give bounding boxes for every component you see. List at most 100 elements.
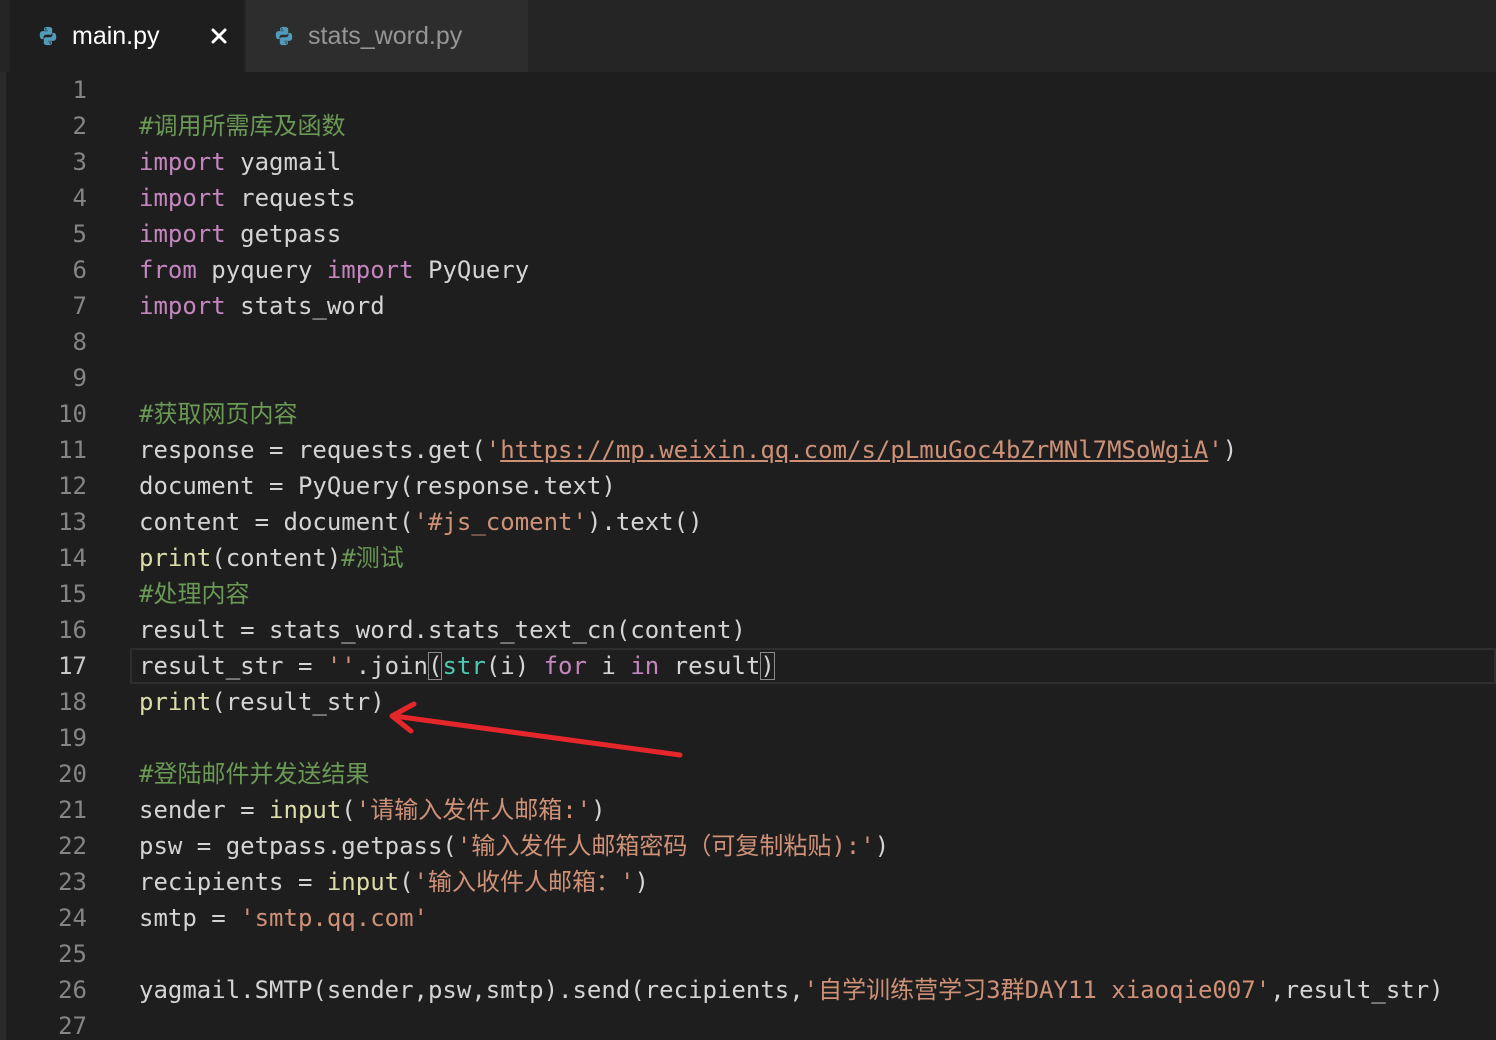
code-line[interactable]: 25 — [0, 936, 1496, 972]
code-text[interactable] — [130, 720, 1496, 756]
code-text[interactable]: response = requests.get('https://mp.weix… — [130, 432, 1496, 468]
line-number: 9 — [72, 364, 87, 392]
code-line[interactable]: 15 #处理内容 — [0, 576, 1496, 612]
code-token-plain: ) — [874, 832, 890, 860]
line-number: 12 — [58, 472, 87, 500]
line-number: 10 — [58, 400, 87, 428]
code-token-plain: response = requests.get( — [139, 436, 486, 464]
code-line[interactable]: 7 import stats_word — [0, 288, 1496, 324]
code-token-plain: i — [586, 652, 631, 680]
code-text[interactable]: recipients = input('输入收件人邮箱：') — [130, 864, 1496, 900]
tab-label: main.py — [72, 21, 160, 50]
close-icon[interactable] — [210, 27, 228, 45]
code-token-plain: result — [659, 652, 761, 680]
code-text[interactable]: #获取网页内容 — [130, 396, 1496, 432]
code-token-function: print — [139, 544, 212, 572]
code-line[interactable]: 9 — [0, 360, 1496, 396]
code-line[interactable]: 21 sender = input('请输入发件人邮箱:') — [0, 792, 1496, 828]
code-token-plain: ) — [1222, 436, 1238, 464]
code-token-keyword: import — [139, 148, 226, 176]
code-token-plain: stats_word — [225, 292, 385, 320]
code-line[interactable]: 10 #获取网页内容 — [0, 396, 1496, 432]
code-token-plain: psw = getpass.getpass( — [139, 832, 457, 860]
code-text[interactable]: document = PyQuery(response.text) — [130, 468, 1496, 504]
code-token-plain: PyQuery — [413, 256, 530, 284]
code-token-plain: smtp = — [139, 904, 241, 932]
line-number: 22 — [58, 832, 87, 860]
code-line[interactable]: 6 from pyquery import PyQuery — [0, 252, 1496, 288]
tab-stats-word-py[interactable]: stats_word.py — [246, 0, 528, 72]
code-token-plain: ) — [634, 868, 649, 896]
code-text[interactable]: result_str = ''.join(str(i) for i in res… — [130, 648, 1496, 684]
code-line[interactable]: 22 psw = getpass.getpass('输入发件人邮箱密码（可复制粘贴… — [0, 828, 1496, 864]
code-token-bracket: ( — [428, 652, 443, 680]
code-text[interactable]: from pyquery import PyQuery — [130, 252, 1496, 288]
code-line[interactable]: 12 document = PyQuery(response.text) — [0, 468, 1496, 504]
code-line[interactable]: 17 result_str = ''.join(str(i) for i in r… — [0, 648, 1496, 684]
code-token-plain: result = stats_word.stats_text_cn(conten… — [139, 616, 746, 644]
code-text[interactable]: print(content)#测试 — [130, 540, 1496, 576]
code-line[interactable]: 16 result = stats_word.stats_text_cn(cont… — [0, 612, 1496, 648]
code-text[interactable]: sender = input('请输入发件人邮箱:') — [130, 792, 1496, 828]
code-line[interactable]: 20 #登陆邮件并发送结果 — [0, 756, 1496, 792]
code-token-url[interactable]: https://mp.weixin.qq.com/s/pLmuGoc4bZrMN… — [500, 436, 1208, 464]
code-line[interactable]: 24 smtp = 'smtp.qq.com' — [0, 900, 1496, 936]
code-token-keyword: from — [139, 256, 197, 284]
code-token-function: input — [326, 868, 400, 896]
code-text[interactable] — [130, 72, 1496, 108]
code-text[interactable]: print(result_str) — [130, 684, 1496, 720]
code-line[interactable]: 23 recipients = input('输入收件人邮箱：') — [0, 864, 1496, 900]
code-line[interactable]: 4 import requests — [0, 180, 1496, 216]
code-text[interactable]: psw = getpass.getpass('输入发件人邮箱密码（可复制粘贴):… — [130, 828, 1496, 864]
code-line[interactable]: 8 — [0, 324, 1496, 360]
tab-main-py[interactable]: main.py — [10, 0, 244, 72]
line-number: 25 — [58, 940, 87, 968]
code-token-string: ' — [1208, 436, 1223, 464]
code-text[interactable]: result = stats_word.stats_text_cn(conten… — [130, 612, 1496, 648]
code-text[interactable] — [130, 360, 1496, 396]
code-line[interactable]: 13 content = document('#js_coment').text(… — [0, 504, 1496, 540]
python-file-icon — [36, 24, 60, 48]
code-text[interactable]: yagmail.SMTP(sender,psw,smtp).send(recip… — [130, 972, 1496, 1008]
code-line[interactable]: 3 import yagmail — [0, 144, 1496, 180]
code-token-bracket: ) — [760, 652, 775, 680]
code-token-plain: getpass — [225, 220, 342, 248]
code-text[interactable]: import requests — [130, 180, 1496, 216]
code-line[interactable]: 2 #调用所需库及函数 — [0, 108, 1496, 144]
code-text[interactable] — [130, 1008, 1496, 1040]
code-token-plain: sender = — [139, 796, 270, 824]
code-line[interactable]: 18 print(result_str) — [0, 684, 1496, 720]
line-number: 13 — [58, 508, 87, 536]
code-text[interactable]: #处理内容 — [130, 576, 1496, 612]
code-line[interactable]: 1 — [0, 72, 1496, 108]
code-line[interactable]: 11 response = requests.get('https://mp.we… — [0, 432, 1496, 468]
code-token-string: ' — [485, 436, 501, 464]
code-line[interactable]: 27 — [0, 1008, 1496, 1040]
code-editor[interactable]: 1 2 #调用所需库及函数 3 import yagmail 4 import reques… — [0, 72, 1496, 1040]
line-number: 11 — [58, 436, 87, 464]
code-token-plain: ) — [591, 796, 606, 824]
line-number: 18 — [58, 688, 87, 716]
code-text[interactable]: import stats_word — [130, 288, 1496, 324]
code-text[interactable]: #调用所需库及函数 — [130, 108, 1496, 144]
code-token-plain: recipients = — [139, 868, 327, 896]
code-text[interactable]: #登陆邮件并发送结果 — [130, 756, 1496, 792]
code-line[interactable]: 19 — [0, 720, 1496, 756]
code-text[interactable]: import getpass — [130, 216, 1496, 252]
code-text[interactable]: smtp = 'smtp.qq.com' — [130, 900, 1496, 936]
code-token-string: '请输入发件人邮箱:' — [355, 796, 592, 824]
code-token-function: print — [139, 688, 212, 716]
code-token-plain: (i) — [485, 652, 544, 680]
tab-label: stats_word.py — [308, 21, 463, 50]
code-token-plain: result_str = — [139, 652, 327, 680]
code-token-keyword: in — [630, 652, 660, 680]
code-line[interactable]: 14 print(content)#测试 — [0, 540, 1496, 576]
code-token-plain: (result_str) — [211, 688, 385, 716]
code-line[interactable]: 26 yagmail.SMTP(sender,psw,smtp).send(rec… — [0, 972, 1496, 1008]
code-text[interactable]: content = document('#js_coment').text() — [130, 504, 1496, 540]
code-text[interactable] — [130, 936, 1496, 972]
code-text[interactable] — [130, 324, 1496, 360]
line-number: 20 — [58, 760, 87, 788]
code-line[interactable]: 5 import getpass — [0, 216, 1496, 252]
code-text[interactable]: import yagmail — [130, 144, 1496, 180]
